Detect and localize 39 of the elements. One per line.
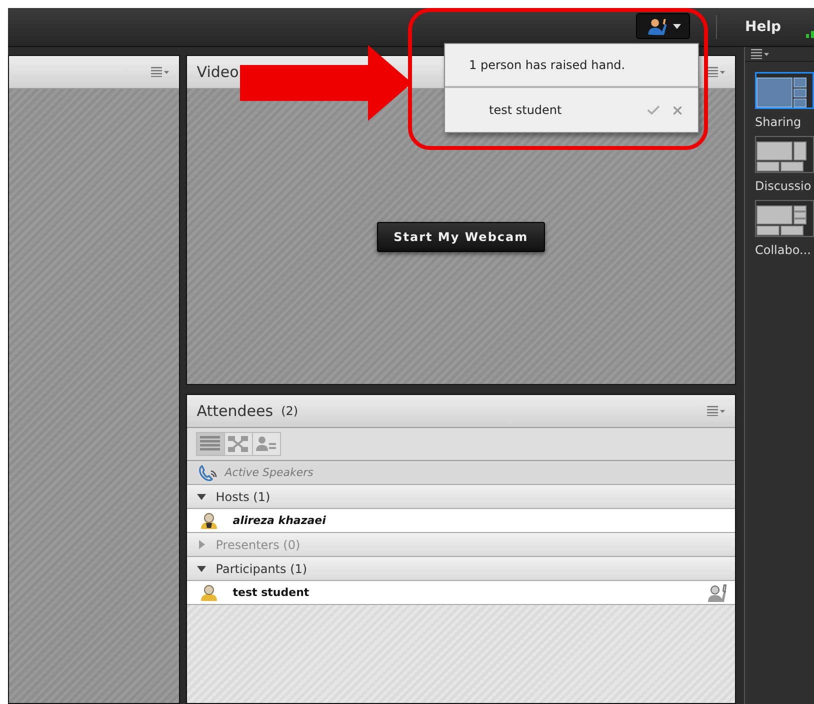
layout-thumbnail[interactable] — [755, 200, 814, 237]
raise-hand-button[interactable] — [636, 13, 690, 39]
phone-icon — [198, 464, 217, 480]
raised-hand-icon — [646, 17, 668, 35]
signal-icon — [806, 30, 814, 38]
caret-icon — [672, 24, 680, 28]
pod-title: Attendees — [196, 402, 274, 420]
disclosure-triangle-icon[interactable] — [196, 492, 206, 501]
start-webcam-button[interactable]: Start My Webcam — [376, 222, 546, 252]
raised-hand-message: 1 person has raised hand. — [469, 58, 626, 72]
list-view-icon — [200, 436, 220, 452]
pod-title: Video — [196, 63, 239, 81]
active-speakers-label: Active Speakers — [224, 466, 314, 479]
menu-icon[interactable] — [150, 67, 169, 77]
layout-thumbnail[interactable] — [755, 136, 814, 173]
group-header[interactable]: Hosts (1) — [216, 490, 270, 504]
attendee-name[interactable]: test student — [232, 586, 310, 599]
view-button[interactable] — [224, 432, 253, 456]
raised-hand-icon — [707, 584, 727, 602]
menu-icon[interactable] — [707, 67, 725, 77]
breakout-icon — [228, 436, 248, 452]
menu-icon[interactable] — [751, 49, 769, 59]
layout-label[interactable]: Collabo... — [755, 243, 814, 257]
person-icon — [200, 584, 218, 601]
close-icon[interactable] — [671, 104, 684, 116]
layout-label[interactable]: Discussio — [755, 179, 814, 193]
help-menu[interactable]: Help — [745, 19, 782, 35]
layout-label[interactable]: Sharing — [755, 115, 814, 129]
view-button[interactable] — [252, 432, 281, 456]
group-header[interactable]: Participants (1) — [216, 562, 308, 576]
host-icon — [200, 512, 218, 529]
person-name: test student — [489, 103, 563, 117]
view-button[interactable] — [196, 432, 225, 456]
person-list-icon — [256, 436, 276, 452]
disclosure-triangle-icon[interactable] — [196, 564, 206, 573]
attendee-name[interactable]: alireza khazaei — [232, 514, 326, 527]
layout-thumbnail[interactable] — [755, 72, 814, 109]
menu-icon[interactable] — [707, 406, 725, 416]
attendee-count: (2) — [281, 404, 298, 418]
